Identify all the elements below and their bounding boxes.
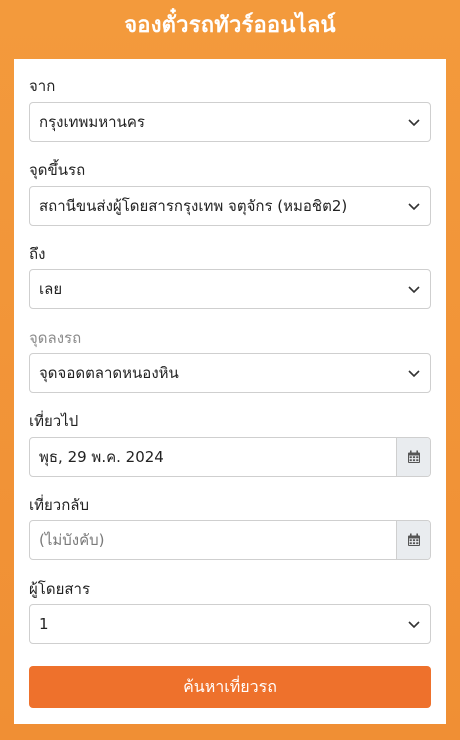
depart-calendar-button[interactable] — [396, 438, 430, 476]
to-value: เลย — [39, 280, 63, 298]
calendar-icon — [407, 450, 420, 463]
dropoff-label: จุดลงรถ — [29, 329, 82, 347]
page-header: จองตั๋วรถทัวร์ออนไลน์ — [0, 0, 460, 48]
depart-date-input[interactable]: พุธ, 29 พ.ค. 2024 — [30, 438, 396, 476]
dropoff-select[interactable]: จุดจอดตลาดหนองหิน — [29, 353, 431, 393]
page-title: จองตั๋วรถทัวร์ออนไลน์ — [124, 12, 336, 38]
chevron-down-icon — [408, 621, 420, 629]
return-date-placeholder: (ไม่บังคับ) — [39, 531, 105, 549]
depart-date-field: พุธ, 29 พ.ค. 2024 — [29, 437, 431, 477]
calendar-icon — [407, 533, 420, 546]
to-select[interactable]: เลย — [29, 269, 431, 309]
return-date-field: (ไม่บังคับ) — [29, 520, 431, 560]
to-label: ถึง — [29, 245, 46, 263]
passengers-value: 1 — [39, 615, 49, 633]
passengers-label: ผู้โดยสาร — [29, 580, 91, 598]
passengers-select[interactable]: 1 — [29, 604, 431, 644]
chevron-down-icon — [408, 370, 420, 378]
boarding-select[interactable]: สถานีขนส่งผู้โดยสารกรุงเทพ จตุจักร (หมอช… — [29, 186, 431, 226]
from-select[interactable]: กรุงเทพมหานคร — [29, 102, 431, 142]
from-value: กรุงเทพมหานคร — [39, 113, 145, 131]
chevron-down-icon — [408, 286, 420, 294]
search-trips-label: ค้นหาเที่ยวรถ — [183, 676, 277, 696]
booking-form: จาก กรุงเทพมหานคร จุดขึ้นรถ สถานีขนส่งผู… — [14, 59, 446, 724]
boarding-value: สถานีขนส่งผู้โดยสารกรุงเทพ จตุจักร (หมอช… — [39, 197, 348, 215]
return-calendar-button[interactable] — [396, 521, 430, 559]
dropoff-value: จุดจอดตลาดหนองหิน — [39, 364, 179, 382]
boarding-label: จุดขึ้นรถ — [29, 161, 86, 179]
depart-date-value: พุธ, 29 พ.ค. 2024 — [39, 448, 164, 466]
from-label: จาก — [29, 77, 56, 95]
return-date-input[interactable]: (ไม่บังคับ) — [30, 521, 396, 559]
return-label: เที่ยวกลับ — [29, 496, 90, 514]
search-trips-button[interactable]: ค้นหาเที่ยวรถ — [29, 666, 431, 708]
chevron-down-icon — [408, 203, 420, 211]
depart-label: เที่ยวไป — [29, 412, 79, 430]
chevron-down-icon — [408, 119, 420, 127]
